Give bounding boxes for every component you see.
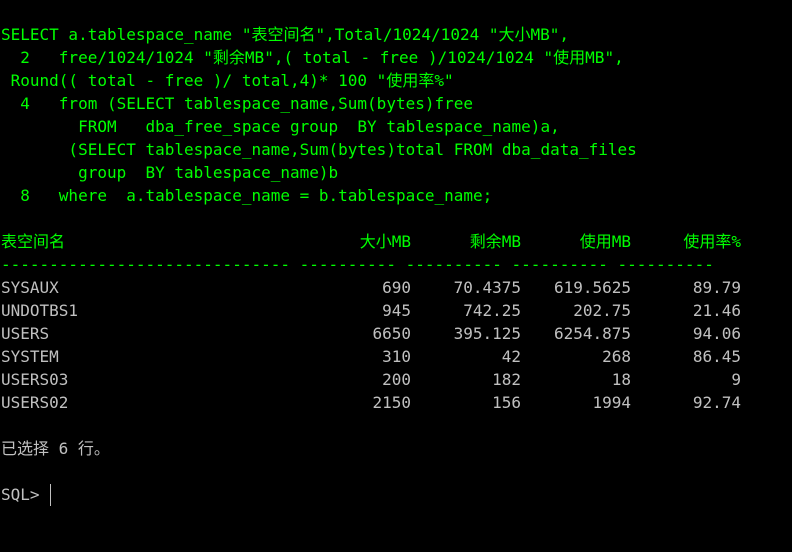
cell-free: 395.125: [453, 324, 521, 343]
sql-line-4: 4 from (SELECT tablespace_name,Sum(bytes…: [1, 94, 474, 113]
cell-free: 182: [492, 370, 521, 389]
result-header-row: 表空间名 大小MB 剩余MB 使用MB 使用率%: [1, 230, 792, 253]
cell-size: 945: [382, 301, 411, 320]
sql-line-2: 2 free/1024/1024 "剩余MB",( total - free )…: [1, 48, 624, 67]
cell-tablespace: USERS03: [1, 370, 69, 389]
column-header-size: 大小MB: [359, 232, 411, 251]
sql-line-3: Round(( total - free )/ total,4)* 100 "使…: [1, 71, 454, 90]
column-header-used: 使用MB: [579, 232, 631, 251]
cell-tablespace: UNDOTBS1: [1, 301, 79, 320]
sql-line-5: FROM dba_free_space group BY tablespace_…: [1, 117, 560, 136]
column-header-tablespace: 表空间名: [1, 232, 66, 251]
cell-size: 2150: [372, 393, 411, 412]
sql-line-7: group BY tablespace_name)b: [1, 163, 339, 182]
cell-used-pct: 89.79: [692, 278, 741, 297]
cell-free: 156: [492, 393, 521, 412]
cell-size: 6650: [372, 324, 411, 343]
cell-used-pct: 9: [731, 370, 741, 389]
cell-used: 1994: [592, 393, 631, 412]
cell-used: 6254.875: [553, 324, 631, 343]
cell-used: 202.75: [573, 301, 631, 320]
cell-tablespace: USERS02: [1, 393, 69, 412]
cell-size: 690: [382, 278, 411, 297]
terminal-window[interactable]: SELECT a.tablespace_name "表空间名",Total/10…: [0, 0, 792, 517]
cell-size: 200: [382, 370, 411, 389]
cell-used-pct: 86.45: [692, 347, 741, 366]
cell-used-pct: 94.06: [692, 324, 741, 343]
cell-free: 742.25: [463, 301, 521, 320]
table-row: SYSTEM 310 42 268 86.45: [1, 345, 792, 368]
table-row: UNDOTBS1 945 742.25 202.75 21.46: [1, 299, 792, 322]
table-row: USERS 6650 395.125 6254.875 94.06: [1, 322, 792, 345]
cell-free: 42: [501, 347, 521, 366]
cell-used: 619.5625: [553, 278, 631, 297]
cell-used-pct: 92.74: [692, 393, 741, 412]
cell-tablespace: USERS: [1, 324, 50, 343]
cell-free: 70.4375: [453, 278, 521, 297]
result-separator: ------------------------------ ---------…: [1, 255, 714, 274]
cell-size: 310: [382, 347, 411, 366]
sql-line-8: 8 where a.tablespace_name = b.tablespace…: [1, 186, 493, 205]
sql-line-6: (SELECT tablespace_name,Sum(bytes)total …: [1, 140, 637, 159]
text-cursor[interactable]: [50, 484, 51, 506]
cell-used-pct: 21.46: [692, 301, 741, 320]
cell-tablespace: SYSTEM: [1, 347, 59, 366]
column-header-used-pct: 使用率%: [683, 232, 741, 251]
rows-selected-status: 已选择 6 行。: [1, 439, 110, 458]
table-row: USERS03 200 182 18 9: [1, 368, 792, 391]
table-row: USERS02 2150 156 1994 92.74: [1, 391, 792, 414]
column-header-free: 剩余MB: [469, 232, 521, 251]
sql-line-1: SELECT a.tablespace_name "表空间名",Total/10…: [1, 25, 570, 44]
cell-used: 268: [602, 347, 631, 366]
table-row: SYSAUX 690 70.4375 619.5625 89.79: [1, 276, 792, 299]
cell-tablespace: SYSAUX: [1, 278, 59, 297]
sql-prompt[interactable]: SQL>: [1, 483, 40, 506]
cell-used: 18: [611, 370, 631, 389]
